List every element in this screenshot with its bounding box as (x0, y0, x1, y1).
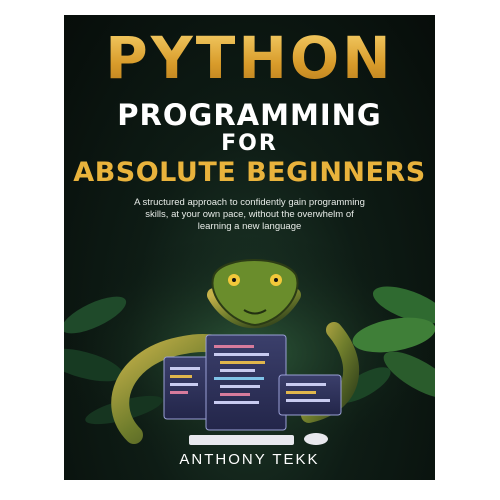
cover-subtitle: A structured approach to confidently gai… (134, 197, 365, 232)
book-cover: PYTHON PROGRAMMING FOR ABSOLUTE BEGINNER… (64, 15, 435, 480)
title-python: PYTHON (64, 27, 435, 89)
keyboard (189, 435, 294, 445)
title-absolute-beginners: ABSOLUTE BEGINNERS (73, 157, 426, 188)
monitor-right (278, 374, 342, 416)
monitor-center (205, 334, 287, 431)
cover-illustration (64, 235, 435, 450)
mouse (304, 433, 328, 445)
title-for: FOR (221, 131, 278, 156)
author-name: ANTHONY TEKK (179, 451, 320, 468)
title-programming: PROGRAMMING (117, 98, 382, 132)
